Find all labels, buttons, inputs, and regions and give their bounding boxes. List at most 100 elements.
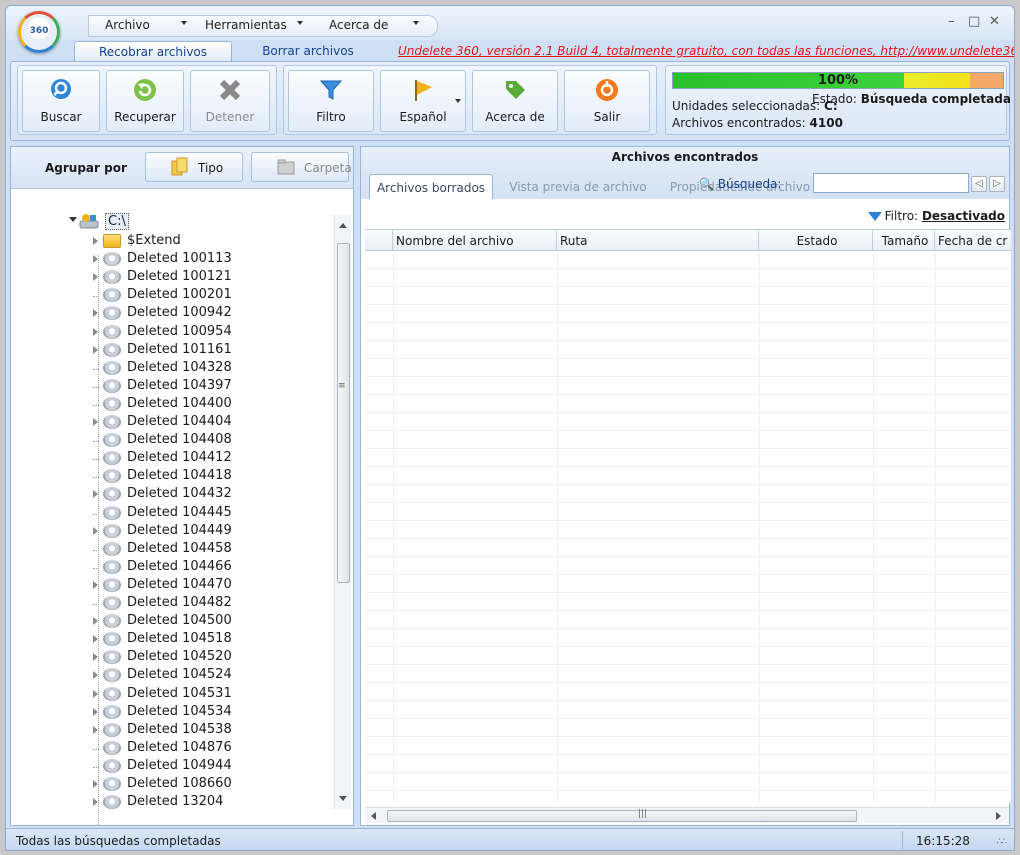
tree-item-label: Deleted 104531 [127, 685, 232, 701]
tree-item-label: Deleted 104944 [127, 757, 232, 773]
scroll-right-icon[interactable] [996, 812, 1001, 820]
group-carpeta-button[interactable]: Carpeta [251, 152, 352, 182]
expand-arrow-icon[interactable] [93, 490, 98, 499]
tree-connector [93, 567, 99, 569]
expand-arrow-icon[interactable] [93, 707, 98, 716]
tree-item-label: Deleted 104432 [127, 486, 232, 502]
tree-item-label: Deleted 104470 [127, 576, 232, 592]
salir-button[interactable]: Salir [564, 70, 650, 132]
expand-arrow-icon[interactable] [93, 580, 98, 589]
filter-label: Filtro: [884, 209, 919, 223]
app-window: 360 Archivo Herramientas Acerca de – □ ✕… [5, 5, 1015, 851]
buscar-button[interactable]: Buscar [22, 70, 100, 132]
expand-arrow-icon[interactable] [93, 309, 98, 318]
group-by-bar: Agrupar por Tipo Carpeta [11, 147, 353, 189]
grip-icon: ≡ [338, 381, 346, 391]
resize-grip-icon[interactable]: ∴∴ [997, 837, 1008, 847]
expand-arrow-icon[interactable] [93, 255, 98, 264]
expand-arrow-icon[interactable] [93, 689, 98, 698]
tab-archivos-borrados[interactable]: Archivos borrados [369, 174, 493, 199]
grid-hscrollbar[interactable]: ||| [365, 807, 1009, 823]
tree-scrollbar[interactable]: ≡ [334, 215, 351, 809]
menu-acerca-de[interactable]: Acerca de [329, 18, 388, 32]
exit-icon [596, 79, 618, 101]
chevron-down-icon [69, 217, 77, 222]
status-bar: Todas las búsquedas completadas 16:15:28… [6, 828, 1014, 850]
found-value: 4100 [809, 116, 843, 130]
folder-icon [277, 159, 295, 175]
group-tipo-button[interactable]: Tipo [145, 152, 243, 182]
espanol-button[interactable]: Español [380, 70, 466, 132]
expand-arrow-icon[interactable] [93, 635, 98, 644]
group-by-label: Agrupar por [45, 161, 127, 175]
maximize-icon[interactable]: □ [968, 14, 980, 29]
expand-arrow-icon[interactable] [93, 798, 98, 807]
menu-herramientas[interactable]: Herramientas [205, 18, 287, 32]
app-orb-label: 360 [29, 26, 49, 36]
column-fecha[interactable]: Fecha de cr [935, 230, 1011, 252]
deleted-disc-icon [103, 541, 121, 556]
scroll-down-icon[interactable] [339, 796, 347, 801]
expand-arrow-icon[interactable] [93, 617, 98, 626]
tree-item-label: Deleted 100954 [127, 323, 232, 339]
acerca-de-label: Acerca de [485, 110, 545, 124]
tree-scroll-thumb[interactable] [337, 243, 350, 583]
search-next-icon[interactable]: ▷ [989, 176, 1005, 192]
recuperar-button[interactable]: Recuperar [106, 70, 184, 132]
minimize-icon[interactable]: – [948, 14, 955, 29]
tree-item-label: Deleted 104524 [127, 667, 232, 683]
filter-status[interactable]: Filtro: Desactivado [867, 209, 1005, 223]
tree-connector [93, 549, 99, 551]
search-prev-icon[interactable]: ◁ [971, 176, 987, 192]
column-selector[interactable] [365, 230, 393, 252]
expand-arrow-icon[interactable] [93, 418, 98, 426]
detener-button[interactable]: Detener [190, 70, 270, 132]
expand-arrow-icon[interactable] [93, 671, 98, 680]
expand-arrow-icon[interactable] [93, 345, 98, 354]
group-carpeta-label: Carpeta [304, 161, 352, 175]
close-icon[interactable]: ✕ [989, 14, 1000, 29]
column-ruta[interactable]: Ruta [557, 230, 759, 252]
deleted-disc-icon [103, 360, 121, 375]
menu-bar: Archivo Herramientas Acerca de [88, 15, 438, 37]
tab-vista-previa[interactable]: Vista previa de archivo [503, 174, 653, 199]
column-nombre[interactable]: Nombre del archivo [393, 230, 557, 252]
filter-value[interactable]: Desactivado [922, 209, 1005, 223]
tree-item-label: Deleted 104500 [127, 613, 232, 629]
filtro-button[interactable]: Filtro [288, 70, 374, 132]
tab-recobrar-archivos[interactable]: Recobrar archivos [74, 41, 232, 62]
deleted-disc-icon [103, 795, 121, 810]
expand-arrow-icon[interactable] [93, 327, 98, 336]
grid-divider [935, 251, 936, 803]
tree-connector [93, 368, 99, 370]
search-input[interactable] [813, 173, 969, 193]
column-tamano[interactable]: Tamaño [873, 230, 935, 252]
expand-arrow-icon[interactable] [93, 273, 98, 282]
tree-connector [93, 766, 99, 768]
expand-arrow-icon[interactable] [93, 237, 98, 245]
search-label-text: Búsqueda: [717, 177, 782, 191]
scroll-left-icon[interactable] [371, 812, 376, 820]
filter-icon [319, 80, 343, 100]
deleted-disc-icon [103, 577, 121, 592]
promo-link[interactable]: Undelete 360, versión 2.1 Build 4, total… [398, 44, 1014, 58]
ribbon-group-search: Buscar Recuperar Detener [17, 65, 277, 135]
expand-arrow-icon[interactable] [93, 653, 98, 662]
tree-item-label: Deleted 104482 [127, 595, 232, 610]
deleted-disc-icon [103, 596, 121, 610]
expand-arrow-icon[interactable] [93, 725, 98, 734]
acerca-de-button[interactable]: Acerca de [472, 70, 558, 132]
grid-body [365, 251, 1011, 803]
scroll-up-icon[interactable] [339, 223, 347, 228]
status-separator [902, 831, 903, 849]
tree-item-label: Deleted 104408 [127, 432, 232, 448]
expand-arrow-icon[interactable] [93, 780, 98, 788]
expand-arrow-icon[interactable] [93, 526, 98, 535]
folder-icon [103, 234, 121, 248]
tab-borrar-archivos[interactable]: Borrar archivos [252, 41, 364, 62]
grid-scroll-thumb[interactable]: ||| [387, 809, 857, 822]
recover-icon [134, 79, 156, 101]
app-orb-button[interactable]: 360 [18, 11, 60, 53]
column-estado[interactable]: Estado [759, 230, 873, 252]
menu-archivo[interactable]: Archivo [105, 18, 150, 32]
